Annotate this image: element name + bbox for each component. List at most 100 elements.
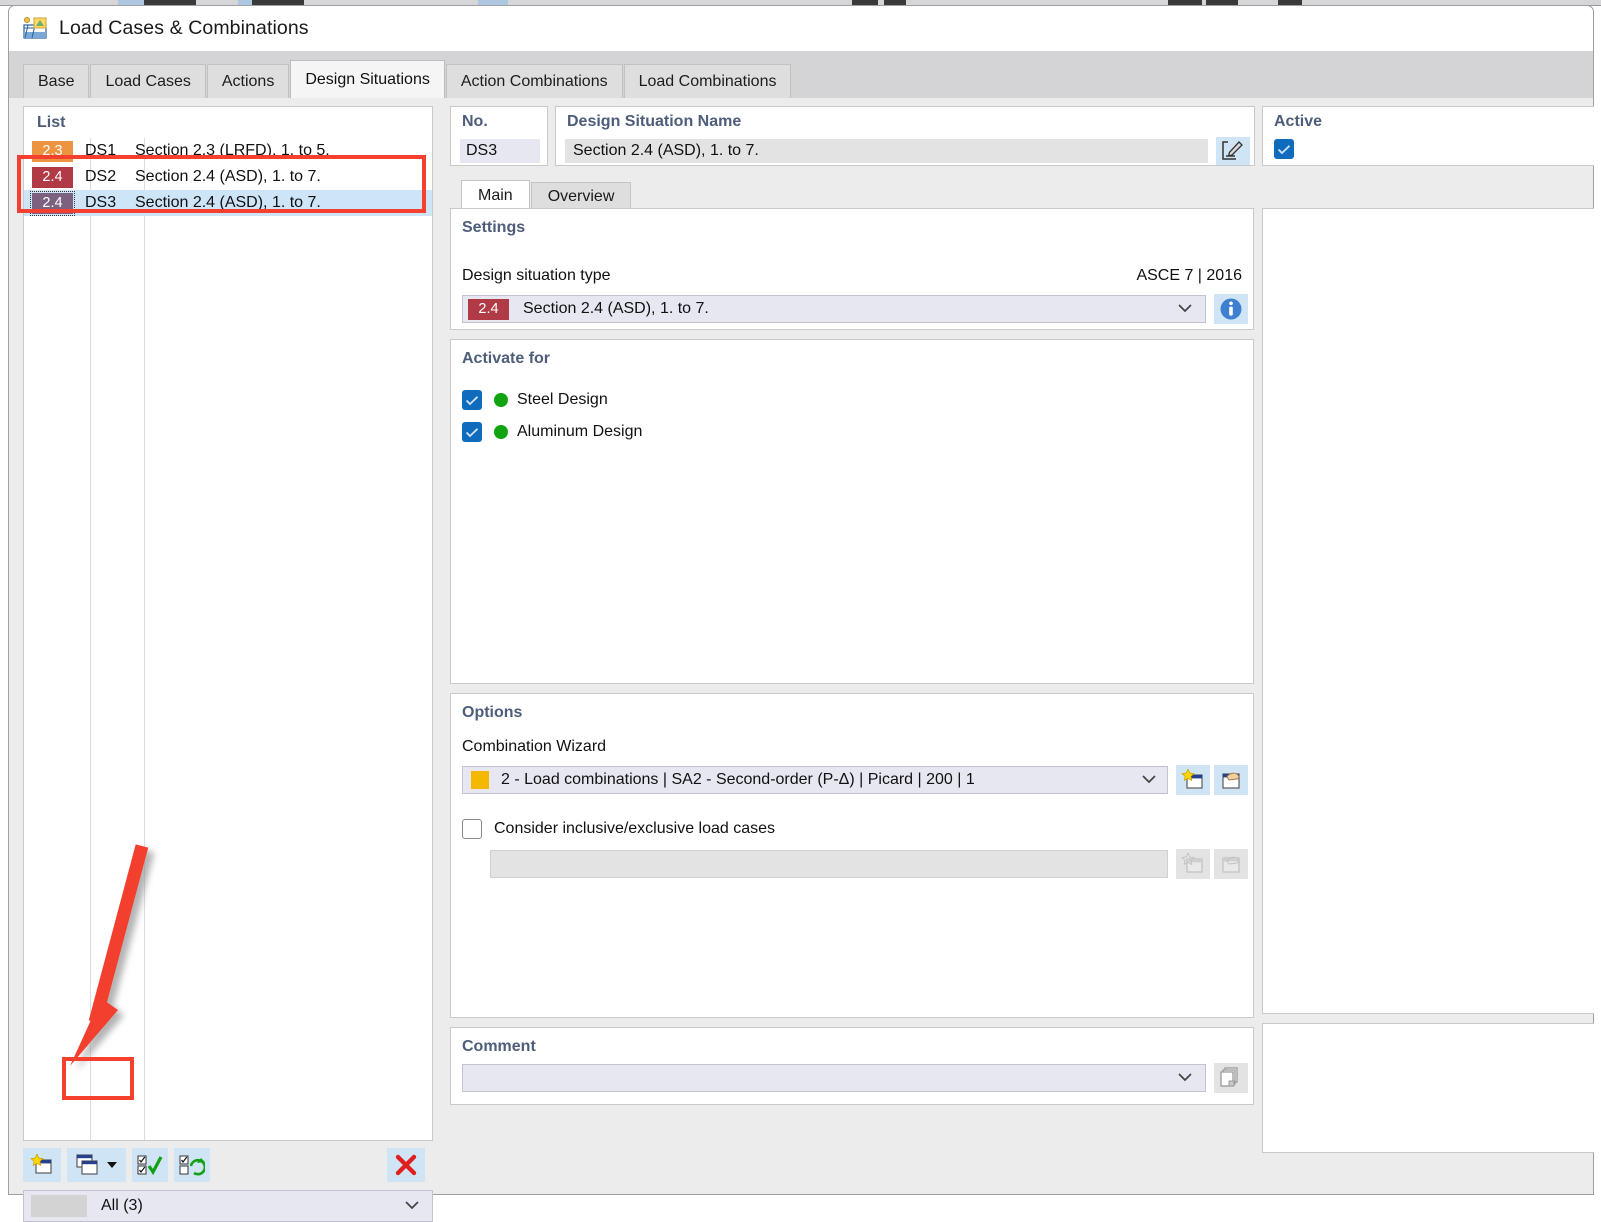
- activate-for-label: Aluminum Design: [517, 423, 643, 440]
- tab-base[interactable]: Base: [23, 64, 90, 98]
- new-combination-wizard-button[interactable]: [1176, 765, 1210, 795]
- filter-swatch: [31, 1195, 87, 1217]
- invert-selection-button[interactable]: [174, 1148, 210, 1182]
- consider-inclusive-exclusive-label: Consider inclusive/exclusive load cases: [494, 820, 776, 837]
- chevron-down-icon: [1177, 300, 1193, 318]
- copy-windows-icon: [75, 1154, 98, 1175]
- design-situation-name-input[interactable]: Section 2.4 (ASD), 1. to 7.: [565, 139, 1208, 163]
- combination-wizard-combo[interactable]: 2 - Load combinations | SA2 - Second-ord…: [462, 766, 1168, 794]
- badge: 2.4: [30, 190, 75, 216]
- tab-label: Design Situations: [305, 70, 430, 88]
- comment-input[interactable]: [462, 1064, 1206, 1092]
- design-situation-name-box: Design Situation Name Section 2.4 (ASD),…: [555, 106, 1255, 166]
- new-window-star-icon: [30, 1154, 52, 1174]
- copy-design-situation-button[interactable]: [67, 1148, 126, 1182]
- tab-load-cases[interactable]: Load Cases: [90, 64, 206, 98]
- list-item-description: Section 2.3 (LRFD), 1. to 5.: [135, 142, 330, 159]
- list-item-selected[interactable]: 2.4 DS3 Section 2.4 (ASD), 1. to 7.: [24, 190, 432, 216]
- check-icon: [1277, 144, 1291, 154]
- tab-action-combinations[interactable]: Action Combinations: [445, 64, 623, 98]
- new-design-situation-button[interactable]: [23, 1148, 61, 1182]
- number-value[interactable]: DS3: [460, 139, 540, 163]
- inner-tab-strip: Main Overview: [450, 178, 1594, 210]
- design-situation-type-value: Section 2.4 (ASD), 1. to 7.: [523, 300, 709, 317]
- tab-label: Load Cases: [105, 72, 191, 90]
- activate-for-label: Steel Design: [517, 391, 608, 408]
- right-panel-lower: [1262, 1023, 1594, 1153]
- tab-actions[interactable]: Actions: [206, 64, 290, 98]
- design-situation-type-info-button[interactable]: [1214, 294, 1248, 324]
- load-cases-combinations-dialog: Load Cases & Combinations Base Load Case…: [8, 5, 1594, 1222]
- load-cases-combinations-icon: [23, 16, 49, 41]
- activate-for-title: Activate for: [462, 350, 551, 367]
- list-filter-combo[interactable]: All (3): [23, 1190, 433, 1222]
- comment-title: Comment: [462, 1038, 536, 1055]
- design-situation-name-label: Design Situation Name: [567, 113, 742, 130]
- red-x-icon: [395, 1154, 417, 1176]
- status-dot: [494, 425, 508, 439]
- filter-label: All (3): [101, 1197, 143, 1214]
- options-title: Options: [462, 704, 523, 721]
- main-content-column: Settings Design situation type ASCE 7 | …: [450, 208, 1254, 1194]
- consider-inclusive-exclusive-row[interactable]: Consider inclusive/exclusive load cases: [462, 819, 775, 839]
- inner-tab-label: Overview: [547, 187, 615, 205]
- list-header: List: [24, 107, 432, 138]
- list-body: 2.3 DS1 Section 2.3 (LRFD), 1. to 5. 2.4…: [24, 138, 432, 1140]
- check-icon: [465, 395, 479, 405]
- settings-card: Settings Design situation type ASCE 7 | …: [450, 208, 1254, 330]
- dialog-body: List 2.3 DS1 Section 2.3 (LRFD), 1. to 5…: [9, 98, 1594, 1222]
- tab-load-combinations[interactable]: Load Combinations: [623, 64, 792, 98]
- new-window-star-icon: [1181, 769, 1203, 789]
- delete-button[interactable]: [387, 1148, 425, 1182]
- design-situation-type-label: Design situation type: [462, 267, 611, 284]
- check-icon: [465, 427, 479, 437]
- tab-label: Base: [38, 72, 75, 90]
- number-label: No.: [462, 113, 488, 130]
- edit-name-button[interactable]: [1216, 137, 1250, 165]
- edit-pencil-icon: [1222, 141, 1243, 160]
- chevron-down-icon: [1177, 1069, 1193, 1087]
- combination-wizard-label: Combination Wizard: [462, 738, 607, 755]
- edit-combination-wizard-button[interactable]: [1214, 765, 1248, 795]
- aluminum-design-checkbox[interactable]: [462, 422, 482, 442]
- status-dot: [494, 393, 508, 407]
- list-item[interactable]: 2.4 DS2 Section 2.4 (ASD), 1. to 7.: [24, 164, 432, 190]
- chevron-down-icon: [106, 1162, 117, 1168]
- tab-label: Action Combinations: [460, 72, 608, 90]
- tab-label: Actions: [221, 72, 275, 90]
- comment-copy-button[interactable]: [1214, 1063, 1248, 1093]
- comment-card: Comment: [450, 1027, 1254, 1105]
- right-panel-upper: [1262, 208, 1594, 1014]
- wizard-color-swatch: [471, 771, 489, 789]
- design-situation-type-combo[interactable]: 2.4 Section 2.4 (ASD), 1. to 7.: [462, 295, 1206, 323]
- list-item-code: DS1: [85, 142, 117, 159]
- options-card: Options Combination Wizard 2 - Load comb…: [450, 693, 1254, 1018]
- inclusive-exclusive-field: [490, 850, 1168, 878]
- activate-for-card: Activate for Steel Design Aluminum Desig…: [450, 339, 1254, 684]
- chevron-down-icon: [404, 1197, 420, 1215]
- list-toolbar: [23, 1146, 433, 1184]
- list-item[interactable]: 2.3 DS1 Section 2.3 (LRFD), 1. to 5.: [24, 138, 432, 164]
- standard-label: ASCE 7 | 2016: [1136, 267, 1242, 284]
- activate-for-row-aluminum-design[interactable]: Aluminum Design: [462, 422, 1253, 442]
- select-all-button[interactable]: [132, 1148, 168, 1182]
- list-item-description: Section 2.4 (ASD), 1. to 7.: [135, 194, 321, 211]
- consider-inclusive-exclusive-checkbox[interactable]: [462, 819, 482, 839]
- edit-window-hand-icon: [1222, 856, 1240, 873]
- inner-tab-overview[interactable]: Overview: [530, 182, 632, 210]
- number-field-box: No. DS3: [450, 106, 548, 166]
- activate-for-row-steel-design[interactable]: Steel Design: [462, 390, 1253, 410]
- steel-design-checkbox[interactable]: [462, 390, 482, 410]
- active-checkbox[interactable]: [1274, 139, 1294, 159]
- dialog-title: Load Cases & Combinations: [59, 17, 309, 39]
- info-circle-icon: [1220, 298, 1242, 320]
- combination-wizard-value: 2 - Load combinations | SA2 - Second-ord…: [501, 771, 975, 788]
- active-box: Active: [1262, 106, 1594, 166]
- design-situations-list-panel: List 2.3 DS1 Section 2.3 (LRFD), 1. to 5…: [23, 106, 433, 1141]
- tab-design-situations[interactable]: Design Situations: [290, 60, 445, 98]
- new-inclusive-exclusive-button: [1176, 849, 1210, 879]
- main-tab-strip: Base Load Cases Actions Design Situation…: [9, 51, 1593, 98]
- inner-tab-label: Main: [478, 186, 513, 204]
- inner-tab-main[interactable]: Main: [461, 180, 530, 210]
- chevron-down-icon: [1141, 771, 1157, 789]
